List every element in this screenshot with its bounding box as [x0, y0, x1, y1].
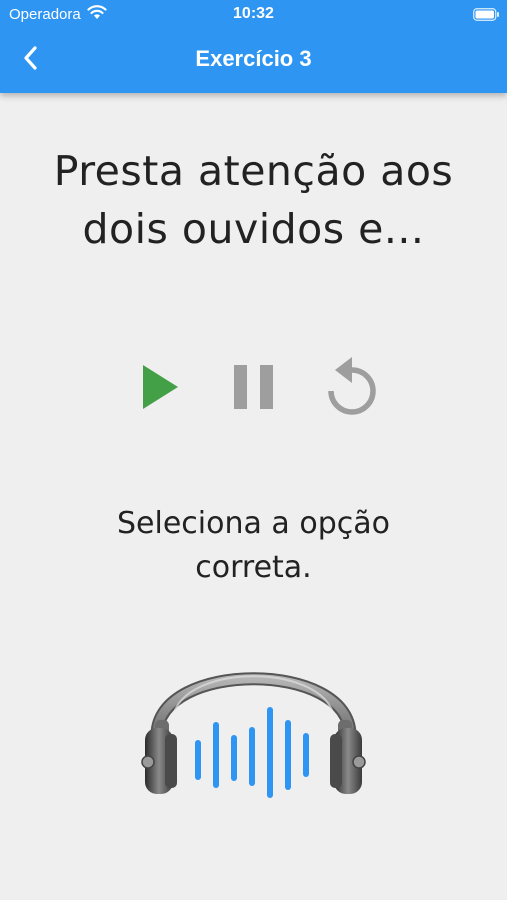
clock: 10:32 — [233, 5, 274, 22]
page-title: Exercício 3 — [195, 46, 312, 71]
pause-button[interactable] — [224, 358, 284, 420]
play-button[interactable] — [130, 358, 190, 420]
replay-icon — [323, 356, 381, 423]
replay-button[interactable] — [322, 356, 382, 423]
status-bar: Operadora 10:32 — [0, 0, 507, 28]
navigation-bar: Exercício 3 — [0, 28, 507, 93]
headphones-soundwave-icon — [135, 640, 372, 810]
battery-icon — [473, 8, 500, 26]
exercise-instruction: Presta atenção aos dois ouvidos e... — [53, 147, 454, 253]
audio-controls — [0, 356, 507, 424]
app-header: Operadora 10:32 Exercício 3 — [0, 0, 507, 93]
pause-icon — [232, 363, 276, 416]
play-icon — [140, 362, 180, 417]
select-prompt: Seleciona a opção correta. — [117, 506, 390, 585]
